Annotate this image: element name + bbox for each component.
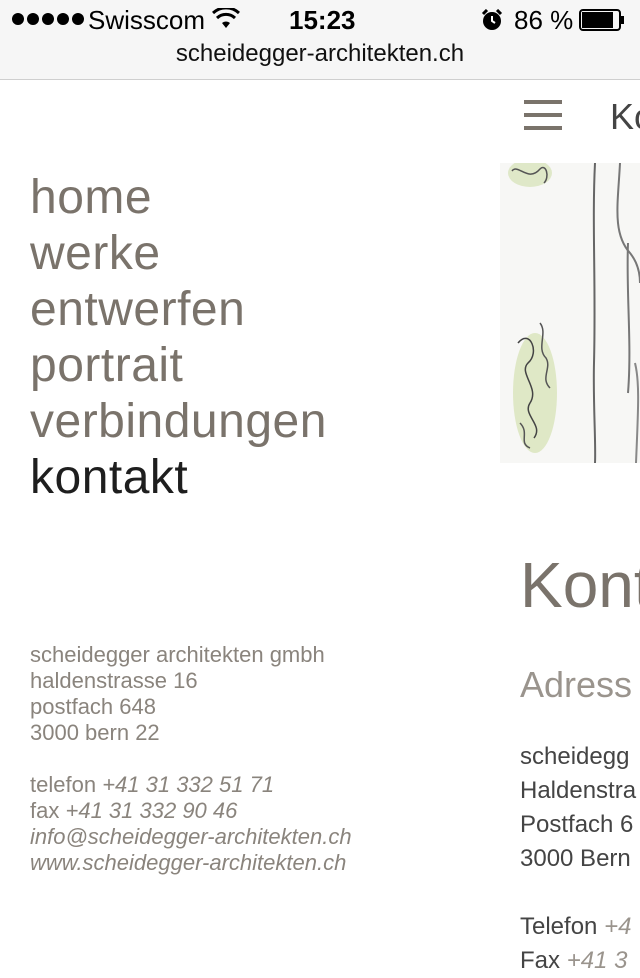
- nav-item-home[interactable]: home: [30, 170, 327, 226]
- content-line: Postfach 6: [520, 811, 634, 838]
- hamburger-menu-icon[interactable]: [524, 98, 564, 134]
- nav-item-portrait[interactable]: portrait: [30, 338, 327, 394]
- content-phone[interactable]: +4: [604, 913, 631, 940]
- phone-link[interactable]: +41 31 332 51 71: [102, 772, 274, 797]
- header-title: Ko: [610, 96, 640, 137]
- fax-number: +41 31 332 90 46: [65, 798, 238, 823]
- website-link[interactable]: www.scheidegger-architekten.ch: [30, 850, 352, 876]
- nav-item-verbindungen[interactable]: verbindungen: [30, 394, 327, 450]
- battery-icon: [579, 9, 624, 31]
- status-time: 15:23: [289, 5, 356, 35]
- content-fax-label: Fax: [520, 947, 561, 974]
- wifi-icon: [212, 8, 240, 28]
- content-address: scheidegg Haldenstra Postfach 6 3000 Ber…: [520, 740, 636, 978]
- main-navigation: home werke entwerfen portrait verbindung…: [30, 170, 327, 506]
- content-fax: +41 3: [566, 947, 628, 974]
- alarm-icon: [481, 9, 503, 30]
- content-title: Kont: [520, 549, 640, 621]
- architecture-sketch-image: [500, 163, 640, 463]
- content-line: Haldenstra: [520, 777, 637, 804]
- content-phone-label: Telefon: [520, 913, 598, 940]
- phone-label: telefon: [30, 772, 97, 797]
- nav-item-werke[interactable]: werke: [30, 226, 327, 282]
- carrier-name: Swisscom: [88, 5, 206, 35]
- content-line: scheidegg: [520, 743, 630, 770]
- nav-item-kontakt[interactable]: kontakt: [30, 450, 327, 506]
- postbox: postfach 648: [30, 694, 156, 719]
- battery-percent: 86 %: [514, 5, 574, 35]
- street: haldenstrasse 16: [30, 668, 198, 693]
- address-block: scheidegger architekten gmbh haldenstras…: [30, 642, 352, 876]
- nav-item-entwerfen[interactable]: entwerfen: [30, 282, 327, 338]
- status-bar: Swisscom 15:23 86 % scheidegger-architek…: [0, 0, 640, 80]
- signal-strength-icon: [12, 13, 84, 25]
- address-bar-url[interactable]: scheidegger-architekten.ch: [0, 40, 640, 68]
- content-subtitle: Adress: [520, 664, 633, 705]
- email-link[interactable]: info@scheidegger-architekten.ch: [30, 824, 352, 850]
- content-line: 3000 Bern: [520, 845, 631, 872]
- fax-label: fax: [30, 798, 60, 823]
- company-name: scheidegger architekten gmbh: [30, 642, 325, 667]
- city: 3000 bern 22: [30, 720, 160, 745]
